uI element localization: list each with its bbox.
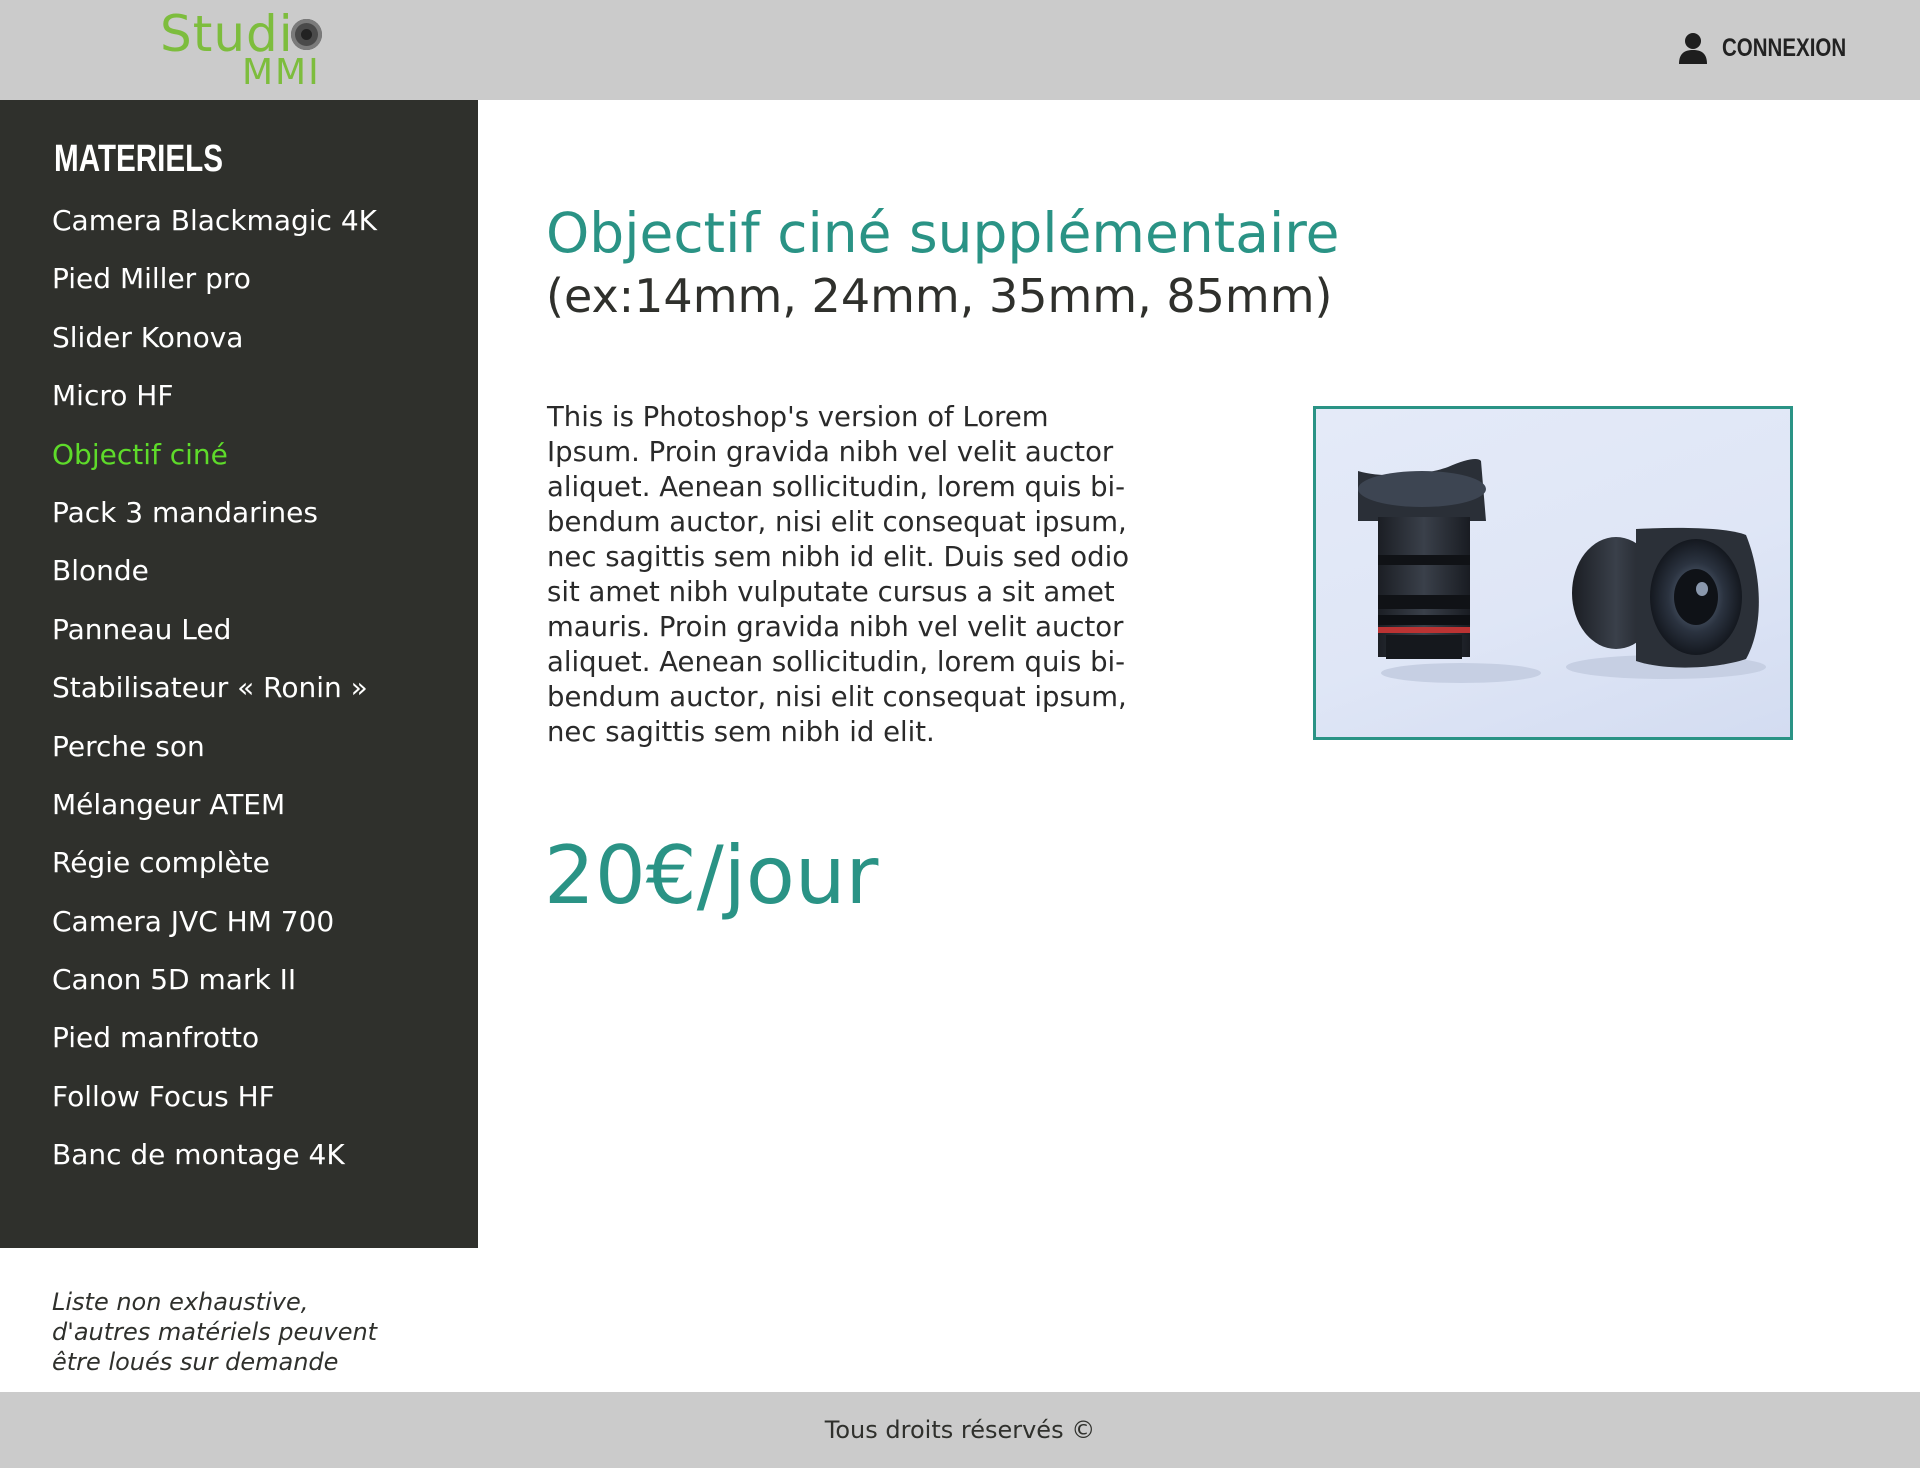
description-line: bendum auctor, nisi elit consequat ipsum… <box>547 681 1127 713</box>
footer-bar: Tous droits réservés © <box>0 1392 1920 1468</box>
login-button[interactable]: CONNEXION <box>1678 26 1873 70</box>
sidebar-item[interactable]: Camera JVC HM 700 <box>52 903 377 961</box>
product-subtitle: (ex:14mm, 24mm, 35mm, 85mm) <box>546 269 1333 323</box>
equipment-sidebar: MATERIELS Camera Blackmagic 4K Pied Mille… <box>0 100 478 1248</box>
sidebar-item[interactable]: Camera Blackmagic 4K <box>52 202 377 260</box>
copyright-text: Tous droits réservés © <box>824 1416 1096 1444</box>
description-line: sit amet nibh vulputate cursus a sit ame… <box>547 576 1115 608</box>
note-line: d'autres matériels peuvent <box>52 1318 378 1346</box>
studio-mmi-logo[interactable]: Studi MMI <box>160 6 330 93</box>
note-line: être loués sur demande <box>52 1348 339 1376</box>
header-bar: Studi MMI CONNEXION <box>0 0 1920 100</box>
description-line: mauris. Proin gravida nibh vel velit auc… <box>547 611 1124 643</box>
sidebar-item[interactable]: Stabilisateur « Ronin » <box>52 669 377 727</box>
description-line: Ipsum. Proin gravida nibh vel velit auct… <box>547 436 1114 468</box>
sidebar-item[interactable]: Régie complète <box>52 844 377 902</box>
product-price: 20€/jour <box>544 829 879 922</box>
sidebar-item[interactable]: Pack 3 mandarines <box>52 494 377 552</box>
product-title: Objectif ciné supplémentaire <box>546 201 1340 265</box>
sidebar-item[interactable]: Banc de montage 4K <box>52 1136 377 1194</box>
sidebar-item[interactable]: Panneau Led <box>52 611 377 669</box>
note-line: Liste non exhaustive, <box>52 1288 309 1316</box>
description-line: bendum auctor, nisi elit consequat ipsum… <box>547 506 1127 538</box>
description-line: nec sagittis sem nibh id elit. Duis sed … <box>547 541 1130 573</box>
description-line: aliquet. Aenean sollicitudin, lorem quis… <box>547 646 1126 678</box>
sidebar-item[interactable]: Blonde <box>52 552 377 610</box>
sidebar-item[interactable]: Micro HF <box>52 377 377 435</box>
sidebar-item[interactable]: Perche son <box>52 728 377 786</box>
sidebar-item[interactable]: Mélangeur ATEM <box>52 786 377 844</box>
logo-mmi-text: MMI <box>242 52 321 93</box>
sidebar-item[interactable]: Follow Focus HF <box>52 1078 377 1136</box>
login-label: CONNEXION <box>1722 33 1847 62</box>
description-line: nec sagittis sem nibh id elit. <box>547 716 935 748</box>
sidebar-item[interactable]: Slider Konova <box>52 319 377 377</box>
sidebar-item[interactable]: Objectif ciné <box>52 436 377 494</box>
sidebar-item[interactable]: Canon 5D mark II <box>52 961 377 1019</box>
sidebar-title: MATERIELS <box>54 138 224 180</box>
user-icon <box>1679 33 1707 64</box>
description-line: This is Photoshop's version of Lorem <box>547 401 1049 433</box>
lens-illustration <box>1358 459 1766 683</box>
sidebar-item[interactable]: Pied manfrotto <box>52 1019 377 1077</box>
product-image <box>1313 406 1793 740</box>
description-line: aliquet. Aenean sollicitudin, lorem quis… <box>547 471 1126 503</box>
logo-lens-icon <box>291 19 322 50</box>
equipment-menu: Camera Blackmagic 4K Pied Miller pro Slide… <box>52 202 377 1195</box>
product-description: This is Photoshop's version of Lorem Ipsu… <box>547 400 1167 750</box>
sidebar-item[interactable]: Pied Miller pro <box>52 260 377 318</box>
availability-note: Liste non exhaustive, d'autres matériels… <box>52 1287 452 1377</box>
